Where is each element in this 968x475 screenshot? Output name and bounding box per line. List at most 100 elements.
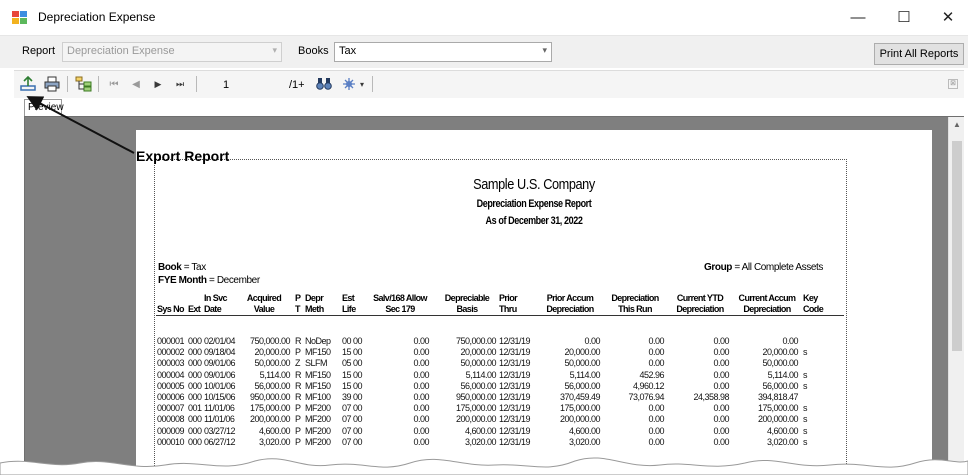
table-cell: 175,000.00 [455, 403, 497, 414]
table-cell: 09/18/04 [204, 347, 236, 358]
table-cell: 000 [188, 425, 202, 436]
column-header: Salv/168 Allow Sec 179 [373, 293, 427, 314]
table-cell: 12/31/19 [499, 403, 531, 414]
table-cell: 50,000.00 [564, 358, 600, 369]
report-select-value: Depreciation Expense [67, 45, 175, 57]
printer-icon [44, 76, 60, 92]
table-cell: 000 [188, 347, 202, 358]
vertical-scrollbar[interactable]: ▲ [948, 117, 964, 475]
table-cell: 05 00 [342, 358, 363, 369]
books-select-value: Tax [339, 45, 357, 57]
table-cell: MF150 [305, 380, 331, 391]
previous-page-button[interactable]: ◀ [126, 75, 146, 93]
table-cell: 5,114.00 [569, 369, 601, 380]
toolbar-separator [196, 76, 197, 92]
table-cell: 50,000.00 [762, 358, 798, 369]
table-cell: MF150 [305, 347, 331, 358]
toolbar-separator [98, 76, 99, 92]
fye-value: = December [209, 275, 260, 286]
column-header: Current YTD Depreciation [676, 293, 724, 314]
table-cell: 4,600.00 [464, 425, 497, 436]
export-report-callout: Export Report [136, 148, 230, 164]
table-cell: 750,000.00 [249, 336, 291, 346]
table-cell: 15 00 [342, 347, 363, 358]
table-cell: MF200 [305, 403, 331, 414]
window-title: Depreciation Expense [38, 10, 156, 24]
table-cell: 0.00 [413, 425, 429, 436]
table-cell: 200,000.00 [249, 414, 291, 425]
table-cell: 000002 [157, 347, 185, 358]
table-cell: 12/31/19 [499, 414, 531, 425]
table-cell: 000006 [157, 392, 185, 402]
table-cell: 03/27/12 [204, 425, 236, 436]
table-cell: 370,459.49 [559, 392, 601, 402]
table-cell: Z [295, 358, 301, 369]
table-cell: 56,000.00 [460, 380, 496, 391]
last-page-button[interactable]: ⏭ [170, 75, 190, 93]
table-cell: 50,000.00 [460, 358, 496, 369]
column-header: Depreciable Basis [444, 293, 490, 314]
table-cell: 0.00 [713, 425, 729, 436]
minimize-button[interactable]: — [836, 0, 880, 34]
column-header: Key Code [803, 293, 824, 314]
tab-preview[interactable]: Preview [24, 99, 64, 117]
table-cell: P [295, 425, 301, 436]
report-preview-area: Sample U.S. Company Depreciation Expense… [24, 116, 964, 475]
chevron-down-icon: ▾ [359, 79, 364, 89]
table-cell: NoDep [305, 336, 331, 346]
page-number-input[interactable] [221, 76, 273, 93]
table-cell: 20,000.00 [762, 347, 798, 358]
table-cell: 0.00 [584, 336, 600, 346]
toggle-group-tree-button[interactable] [74, 75, 94, 93]
table-cell: 000005 [157, 380, 185, 391]
close-button[interactable]: ✕ [926, 0, 968, 34]
column-header: Prior Accum Depreciation [546, 293, 594, 314]
table-cell: 5,114.00 [259, 369, 291, 380]
table-cell: 12/31/19 [499, 380, 531, 391]
report-viewer-toolbar: ⏮ ◀ ▶ ⏭ /1+ ▾ ⊠ [14, 70, 964, 98]
maximize-button[interactable]: ☐ [882, 0, 926, 34]
report-label: Report [22, 45, 56, 57]
export-report-button[interactable] [18, 75, 38, 93]
table-cell: 200,000.00 [455, 414, 497, 425]
table-cell: R [295, 380, 302, 391]
scroll-up-icon[interactable]: ▲ [953, 120, 961, 129]
table-cell: 200,000.00 [559, 414, 601, 425]
zoom-button[interactable]: ▾ [338, 75, 368, 93]
table-cell: 000003 [157, 358, 185, 369]
table-cell: MF200 [305, 414, 331, 425]
books-label: Books [298, 45, 329, 57]
app-icon [12, 11, 28, 25]
table-cell: 56,000.00 [564, 380, 600, 391]
table-cell: 4,600.00 [258, 425, 291, 436]
table-cell: 11/01/06 [204, 414, 235, 425]
table-cell: 0.00 [648, 403, 664, 414]
column-header: In Svc Date [204, 293, 228, 314]
table-cell: 000 [188, 369, 202, 380]
close-view-icon[interactable]: ⊠ [948, 79, 958, 89]
table-cell: 12/31/19 [499, 369, 531, 380]
table-cell: 00 00 [342, 336, 363, 346]
zoom-icon [342, 78, 355, 90]
first-page-button[interactable]: ⏮ [104, 75, 124, 93]
table-cell: SLFM [305, 358, 328, 369]
next-page-button[interactable]: ▶ [148, 75, 168, 93]
books-select[interactable]: Tax ▾ [334, 42, 552, 62]
table-cell: 001 [188, 403, 202, 414]
report-select[interactable]: Depreciation Expense ▾ [62, 42, 282, 62]
table-cell: 0.00 [713, 358, 729, 369]
table-cell: 452.96 [639, 369, 664, 380]
table-cell: R [295, 392, 302, 402]
print-button[interactable] [42, 75, 62, 93]
group-label: Group [704, 262, 732, 273]
table-cell: 0.00 [648, 414, 664, 425]
print-all-reports-button[interactable]: Print All Reports [874, 43, 964, 65]
table-cell: 20,000.00 [564, 347, 600, 358]
table-cell: 07 00 [342, 425, 363, 436]
chevron-down-icon: ▾ [542, 45, 547, 55]
column-header: Acquired Value [246, 293, 282, 314]
table-cell: 10/15/06 [204, 392, 236, 402]
find-button[interactable] [314, 75, 334, 93]
scrollbar-thumb[interactable] [952, 141, 962, 351]
table-cell: 07 00 [342, 403, 363, 414]
